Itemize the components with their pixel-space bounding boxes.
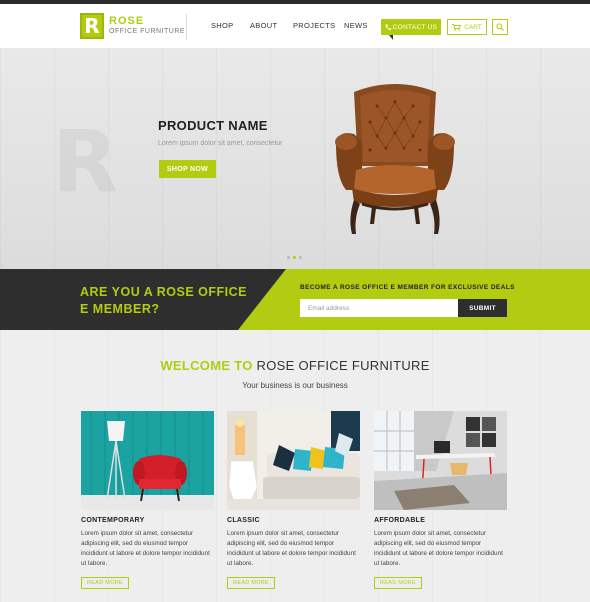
nav-projects[interactable]: PROJECTS xyxy=(293,21,335,30)
nav-about[interactable]: ABOUT xyxy=(250,21,277,30)
submit-button[interactable]: SUBMIT xyxy=(458,299,507,317)
search-icon xyxy=(496,23,504,31)
read-more-button[interactable]: READ MORE xyxy=(81,577,130,589)
welcome-highlight: WELCOME TO xyxy=(160,358,253,373)
classic-image[interactable] xyxy=(227,411,360,510)
card-text: Lorem ipsum dolor sit amet, consectetur … xyxy=(227,530,356,567)
hero-product-description: Lorem ipsum dolor sit amet, consectetur xyxy=(158,140,283,147)
nav-shop[interactable]: SHOP xyxy=(211,21,233,30)
welcome-title-rest: ROSE OFFICE FURNITURE xyxy=(252,358,430,373)
welcome-subtitle: Your business is our business xyxy=(242,381,348,390)
email-field[interactable] xyxy=(300,299,458,317)
cart-label: CART xyxy=(464,23,482,31)
logo-divider xyxy=(186,14,187,40)
membership-promo-title: BECOME A ROSE OFFICE E MEMBER FOR EXCLUS… xyxy=(300,284,515,291)
hero-product-name: PRODUCT NAME xyxy=(158,118,268,133)
card-title: CONTEMPORARY xyxy=(81,517,145,524)
nav-news[interactable]: NEWS xyxy=(344,21,368,30)
armchair-image xyxy=(335,84,455,234)
hero-slider: R PRODUCT NAME Lorem ipsum dolor sit ame… xyxy=(0,48,590,269)
cart-icon xyxy=(452,23,462,31)
welcome-heading: WELCOME TO ROSE OFFICE FURNITURE xyxy=(0,358,590,373)
contact-us-label: CONTACT US xyxy=(392,23,438,31)
card-title: CLASSIC xyxy=(227,517,260,524)
affordable-image[interactable] xyxy=(374,411,507,510)
slider-dot[interactable] xyxy=(299,256,302,259)
membership-band: ARE YOU A ROSE OFFICE E MEMBER? BECOME A… xyxy=(0,269,590,330)
card-title: AFFORDABLE xyxy=(374,517,426,524)
contact-us-button[interactable]: CONTACT US xyxy=(381,19,441,40)
membership-question-line2: E MEMBER? xyxy=(80,302,160,316)
category-card-classic: CLASSIC Lorem ipsum dolor sit amet, cons… xyxy=(227,411,360,589)
logo-name[interactable]: ROSE xyxy=(109,15,144,27)
category-card-contemporary: CONTEMPORARY Lorem ipsum dolor sit amet,… xyxy=(81,411,214,589)
membership-question-line1: ARE YOU A ROSE OFFICE xyxy=(80,285,248,299)
cart-button[interactable]: CART xyxy=(447,19,487,35)
card-text: Lorem ipsum dolor sit amet, consectetur … xyxy=(374,530,503,567)
read-more-button[interactable]: READ MORE xyxy=(374,577,423,589)
phone-icon xyxy=(385,24,391,30)
logo-tagline: OFFICE FURNITURE xyxy=(109,28,186,35)
logo-mark[interactable]: R xyxy=(80,13,104,39)
slider-dot-active[interactable] xyxy=(293,256,296,259)
hero-watermark-logo: R xyxy=(52,112,119,212)
read-more-button[interactable]: READ MORE xyxy=(227,577,276,589)
slider-dot[interactable] xyxy=(287,256,290,259)
card-text: Lorem ipsum dolor sit amet, consectetur … xyxy=(81,530,210,567)
search-button[interactable] xyxy=(492,19,508,35)
category-card-affordable: AFFORDABLE Lorem ipsum dolor sit amet, c… xyxy=(374,411,507,589)
shop-now-button[interactable]: SHOP NOW xyxy=(159,160,216,178)
contemporary-image[interactable] xyxy=(81,411,214,510)
site-header: R ROSE OFFICE FURNITURE SHOP ABOUT PROJE… xyxy=(0,4,590,48)
slider-pagination xyxy=(287,256,302,259)
welcome-section: WELCOME TO ROSE OFFICE FURNITURE Your bu… xyxy=(0,330,590,602)
